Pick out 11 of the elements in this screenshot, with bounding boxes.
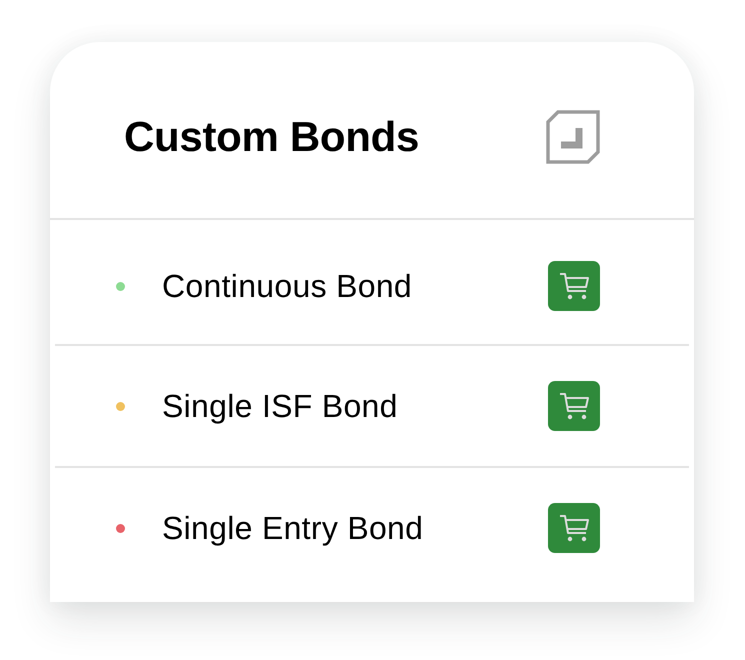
card-title: Custom Bonds: [124, 113, 420, 161]
corner-bracket-icon[interactable]: [546, 110, 600, 164]
cart-icon: [559, 514, 589, 542]
cart-icon: [559, 392, 589, 420]
bond-name: Continuous Bond: [162, 268, 414, 304]
cart-button[interactable]: [548, 503, 600, 553]
cart-button[interactable]: [548, 261, 600, 311]
bond-name: Single Entry Bond: [162, 510, 424, 546]
cart-button[interactable]: [548, 381, 600, 431]
cart-icon: [559, 272, 589, 300]
bond-name: Single ISF Bond: [162, 388, 399, 424]
